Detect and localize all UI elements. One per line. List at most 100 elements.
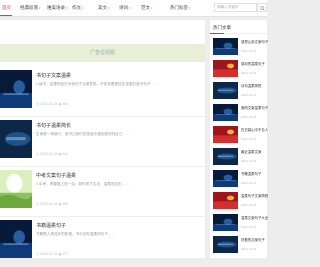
hot-article-thumbnail[interactable] xyxy=(213,38,238,55)
hot-article-date: 2023-12-16 xyxy=(241,225,257,229)
nav-item-label: 唯美语录 xyxy=(47,5,65,10)
post-views: 412 xyxy=(62,152,68,156)
post-item[interactable]: 中考文案句子温柔 1.中考，青春路上的一站，愿你笔下生花，温柔而坚定…… ◷ 202… xyxy=(0,166,205,217)
post-thumbnail[interactable] xyxy=(0,120,32,158)
hot-article-item[interactable]: 诗句温柔简短 2023-12-16 xyxy=(213,82,267,104)
ad-banner[interactable]: 广告位招租 xyxy=(0,44,205,62)
hot-article-title[interactable]: 诗句温柔简短 xyxy=(241,83,261,88)
chevron-down-icon: ▾ xyxy=(189,6,191,10)
nav-item-4[interactable]: 美文▾ xyxy=(98,4,110,12)
hot-article-title[interactable]: 书籍温柔句子 xyxy=(241,171,261,176)
sidebar-title-accent xyxy=(210,33,224,34)
chevron-down-icon: ▾ xyxy=(66,6,68,10)
hot-article-item[interactable]: 好看的文案句子 2023-12-16 xyxy=(213,236,267,258)
hot-article-date: 2023-12-16 xyxy=(241,93,257,97)
search-input[interactable]: 请输入关键字 xyxy=(214,3,257,12)
hot-article-date: 2023-12-16 xyxy=(241,115,257,119)
chevron-down-icon: ▾ xyxy=(39,6,41,10)
post-thumbnail[interactable] xyxy=(0,220,32,258)
hot-article-item[interactable]: 书籍温柔句子 2023-12-16 xyxy=(213,170,267,192)
chevron-down-icon: ▾ xyxy=(108,6,110,10)
post-item[interactable]: 书句子文案温柔 1.读书，如果你还在为找句子文案发愁，不如来看看这些温柔的读书句子… xyxy=(0,66,205,117)
hot-article-thumbnail[interactable] xyxy=(213,192,238,209)
nav-item-label: 诗词 xyxy=(119,5,128,10)
hot-article-thumbnail[interactable] xyxy=(213,236,238,253)
hot-article-item[interactable]: 美丽文案温柔句子 2023-12-16 xyxy=(213,104,268,126)
nav-item-0[interactable]: 首页 xyxy=(2,4,11,12)
sidebar: 热门文章 感恩父亲文案句子 2023-12-16 感动的温柔句子 2023-12-16… xyxy=(210,20,268,258)
nav-item-label: 范文 xyxy=(141,5,150,10)
hot-article-thumbnail[interactable] xyxy=(213,82,238,99)
hot-article-title[interactable]: 感恩父亲文案句子 xyxy=(241,39,268,44)
sidebar-title: 热门文章 xyxy=(213,25,231,30)
post-excerpt: 1.读书，如果你还在为找句子文案发愁，不如来看看这些温柔的读书句子…… xyxy=(36,82,158,86)
post-date: 2023-12-16 xyxy=(39,202,58,206)
chevron-down-icon: ▾ xyxy=(82,6,84,10)
post-thumbnail[interactable] xyxy=(0,170,32,208)
hot-article-title[interactable]: 温柔文案句子大全 xyxy=(241,215,268,220)
nav-item-2[interactable]: 唯美语录▾ xyxy=(47,4,68,12)
hot-article-thumbnail[interactable] xyxy=(213,126,238,143)
hot-article-item[interactable]: 温柔句子文案简短 2023-12-16 xyxy=(213,192,268,214)
post-views: 264 xyxy=(62,102,68,106)
post-excerpt: 书籍是人类进步的阶梯，书中自有温柔的句子…… xyxy=(36,232,116,236)
post-title[interactable]: 中考文案句子温柔 xyxy=(36,172,76,179)
nav-item-label: 热门标签 xyxy=(170,5,188,10)
nav-item-label: 经典段落 xyxy=(20,5,38,10)
post-title[interactable]: 书句子文案温柔 xyxy=(36,72,71,79)
nav-item-6[interactable]: 范文▾ xyxy=(141,4,153,12)
nav-item-label: 首页 xyxy=(2,5,11,10)
nav-item-3[interactable]: 作文▾ xyxy=(72,4,84,12)
hot-article-thumbnail[interactable] xyxy=(213,170,238,187)
hot-article-item[interactable]: 温柔文案句子大全 2023-12-16 xyxy=(213,214,268,236)
hot-article-title[interactable]: 好看的文案句子 xyxy=(241,237,265,242)
post-views: 359 xyxy=(62,202,68,206)
nav-item-label: 作文 xyxy=(72,5,81,10)
hot-article-item[interactable]: 在日暮山中不见人 2023-12-16 xyxy=(213,126,268,148)
hot-article-thumbnail[interactable] xyxy=(213,148,238,165)
hot-article-date: 2023-12-16 xyxy=(241,247,257,251)
post-views: 277 xyxy=(62,252,68,256)
hot-article-date: 2023-12-16 xyxy=(241,203,257,207)
search-icon xyxy=(260,5,265,11)
hot-article-item[interactable]: 最近温柔文案 2023-12-16 xyxy=(213,148,267,170)
post-item[interactable]: 书句子温柔简长生命是一场旅行，读书让我们在旅途中遇见更好的自己…… ◷ 2023-… xyxy=(0,116,205,167)
hot-article-thumbnail[interactable] xyxy=(213,60,238,77)
nav-active-underline xyxy=(0,15,12,16)
hot-article-title[interactable]: 在日暮山中不见人 xyxy=(241,127,268,132)
hot-article-title[interactable]: 感动的温柔句子 xyxy=(241,61,265,66)
top-nav: 首页 经典段落▾ 唯美语录▾ 作文▾ 美文▾ 诗词▾ 范文▾ 热门标签▾ 请输入关键字 xyxy=(0,0,267,17)
post-excerpt: 1.中考，青春路上的一站，愿你笔下生花，温柔而坚定…… xyxy=(36,182,129,186)
post-date: 2023-12-16 xyxy=(39,102,58,106)
hot-article-title[interactable]: 美丽文案温柔句子 xyxy=(241,105,268,110)
nav-item-label: 美文 xyxy=(98,5,107,10)
hot-article-item[interactable]: 感动的温柔句子 2023-12-16 xyxy=(213,60,267,82)
hot-article-date: 2023-12-16 xyxy=(241,159,257,163)
hot-article-date: 2023-12-16 xyxy=(241,137,257,141)
hot-article-thumbnail[interactable] xyxy=(213,104,238,121)
nav-item-1[interactable]: 经典段落▾ xyxy=(20,4,41,12)
hot-article-item[interactable]: 感恩父亲文案句子 2023-12-16 xyxy=(213,38,268,60)
post-title[interactable]: 书籍温柔句子 xyxy=(36,222,66,229)
nav-item-7[interactable]: 热门标签▾ xyxy=(170,4,191,12)
post-date: 2023-12-16 xyxy=(39,152,58,156)
post-meta: ◷ 2023-12-16 ◉ 359 xyxy=(36,202,68,206)
post-title[interactable]: 书句子温柔简长 xyxy=(36,122,71,129)
chevron-down-icon: ▾ xyxy=(129,6,131,10)
hot-article-date: 2023-12-16 xyxy=(241,71,257,75)
hot-article-date: 2023-12-16 xyxy=(241,49,257,53)
hot-article-title[interactable]: 最近温柔文案 xyxy=(241,149,261,154)
post-meta: ◷ 2023-12-16 ◉ 412 xyxy=(36,152,68,156)
nav-item-5[interactable]: 诗词▾ xyxy=(119,4,131,12)
hot-article-title[interactable]: 温柔句子文案简短 xyxy=(241,193,268,198)
post-excerpt: 生命是一场旅行，读书让我们在旅途中遇见更好的自己…… xyxy=(36,132,130,136)
chevron-down-icon: ▾ xyxy=(151,6,153,10)
post-meta: ◷ 2023-12-16 ◉ 277 xyxy=(36,252,68,256)
post-meta: ◷ 2023-12-16 ◉ 264 xyxy=(36,102,68,106)
hot-article-thumbnail[interactable] xyxy=(213,214,238,231)
hot-article-date: 2023-12-16 xyxy=(241,181,257,185)
post-thumbnail[interactable] xyxy=(0,70,32,108)
main-content: 广告位招租 书句子文案温柔 1.读书，如果你还在为找句子文案发愁，不如来看看这些温… xyxy=(0,20,205,267)
search-button[interactable] xyxy=(257,3,267,12)
post-item[interactable]: 书籍温柔句子书籍是人类进步的阶梯，书中自有温柔的句子…… ◷ 2023-12-16… xyxy=(0,216,205,267)
